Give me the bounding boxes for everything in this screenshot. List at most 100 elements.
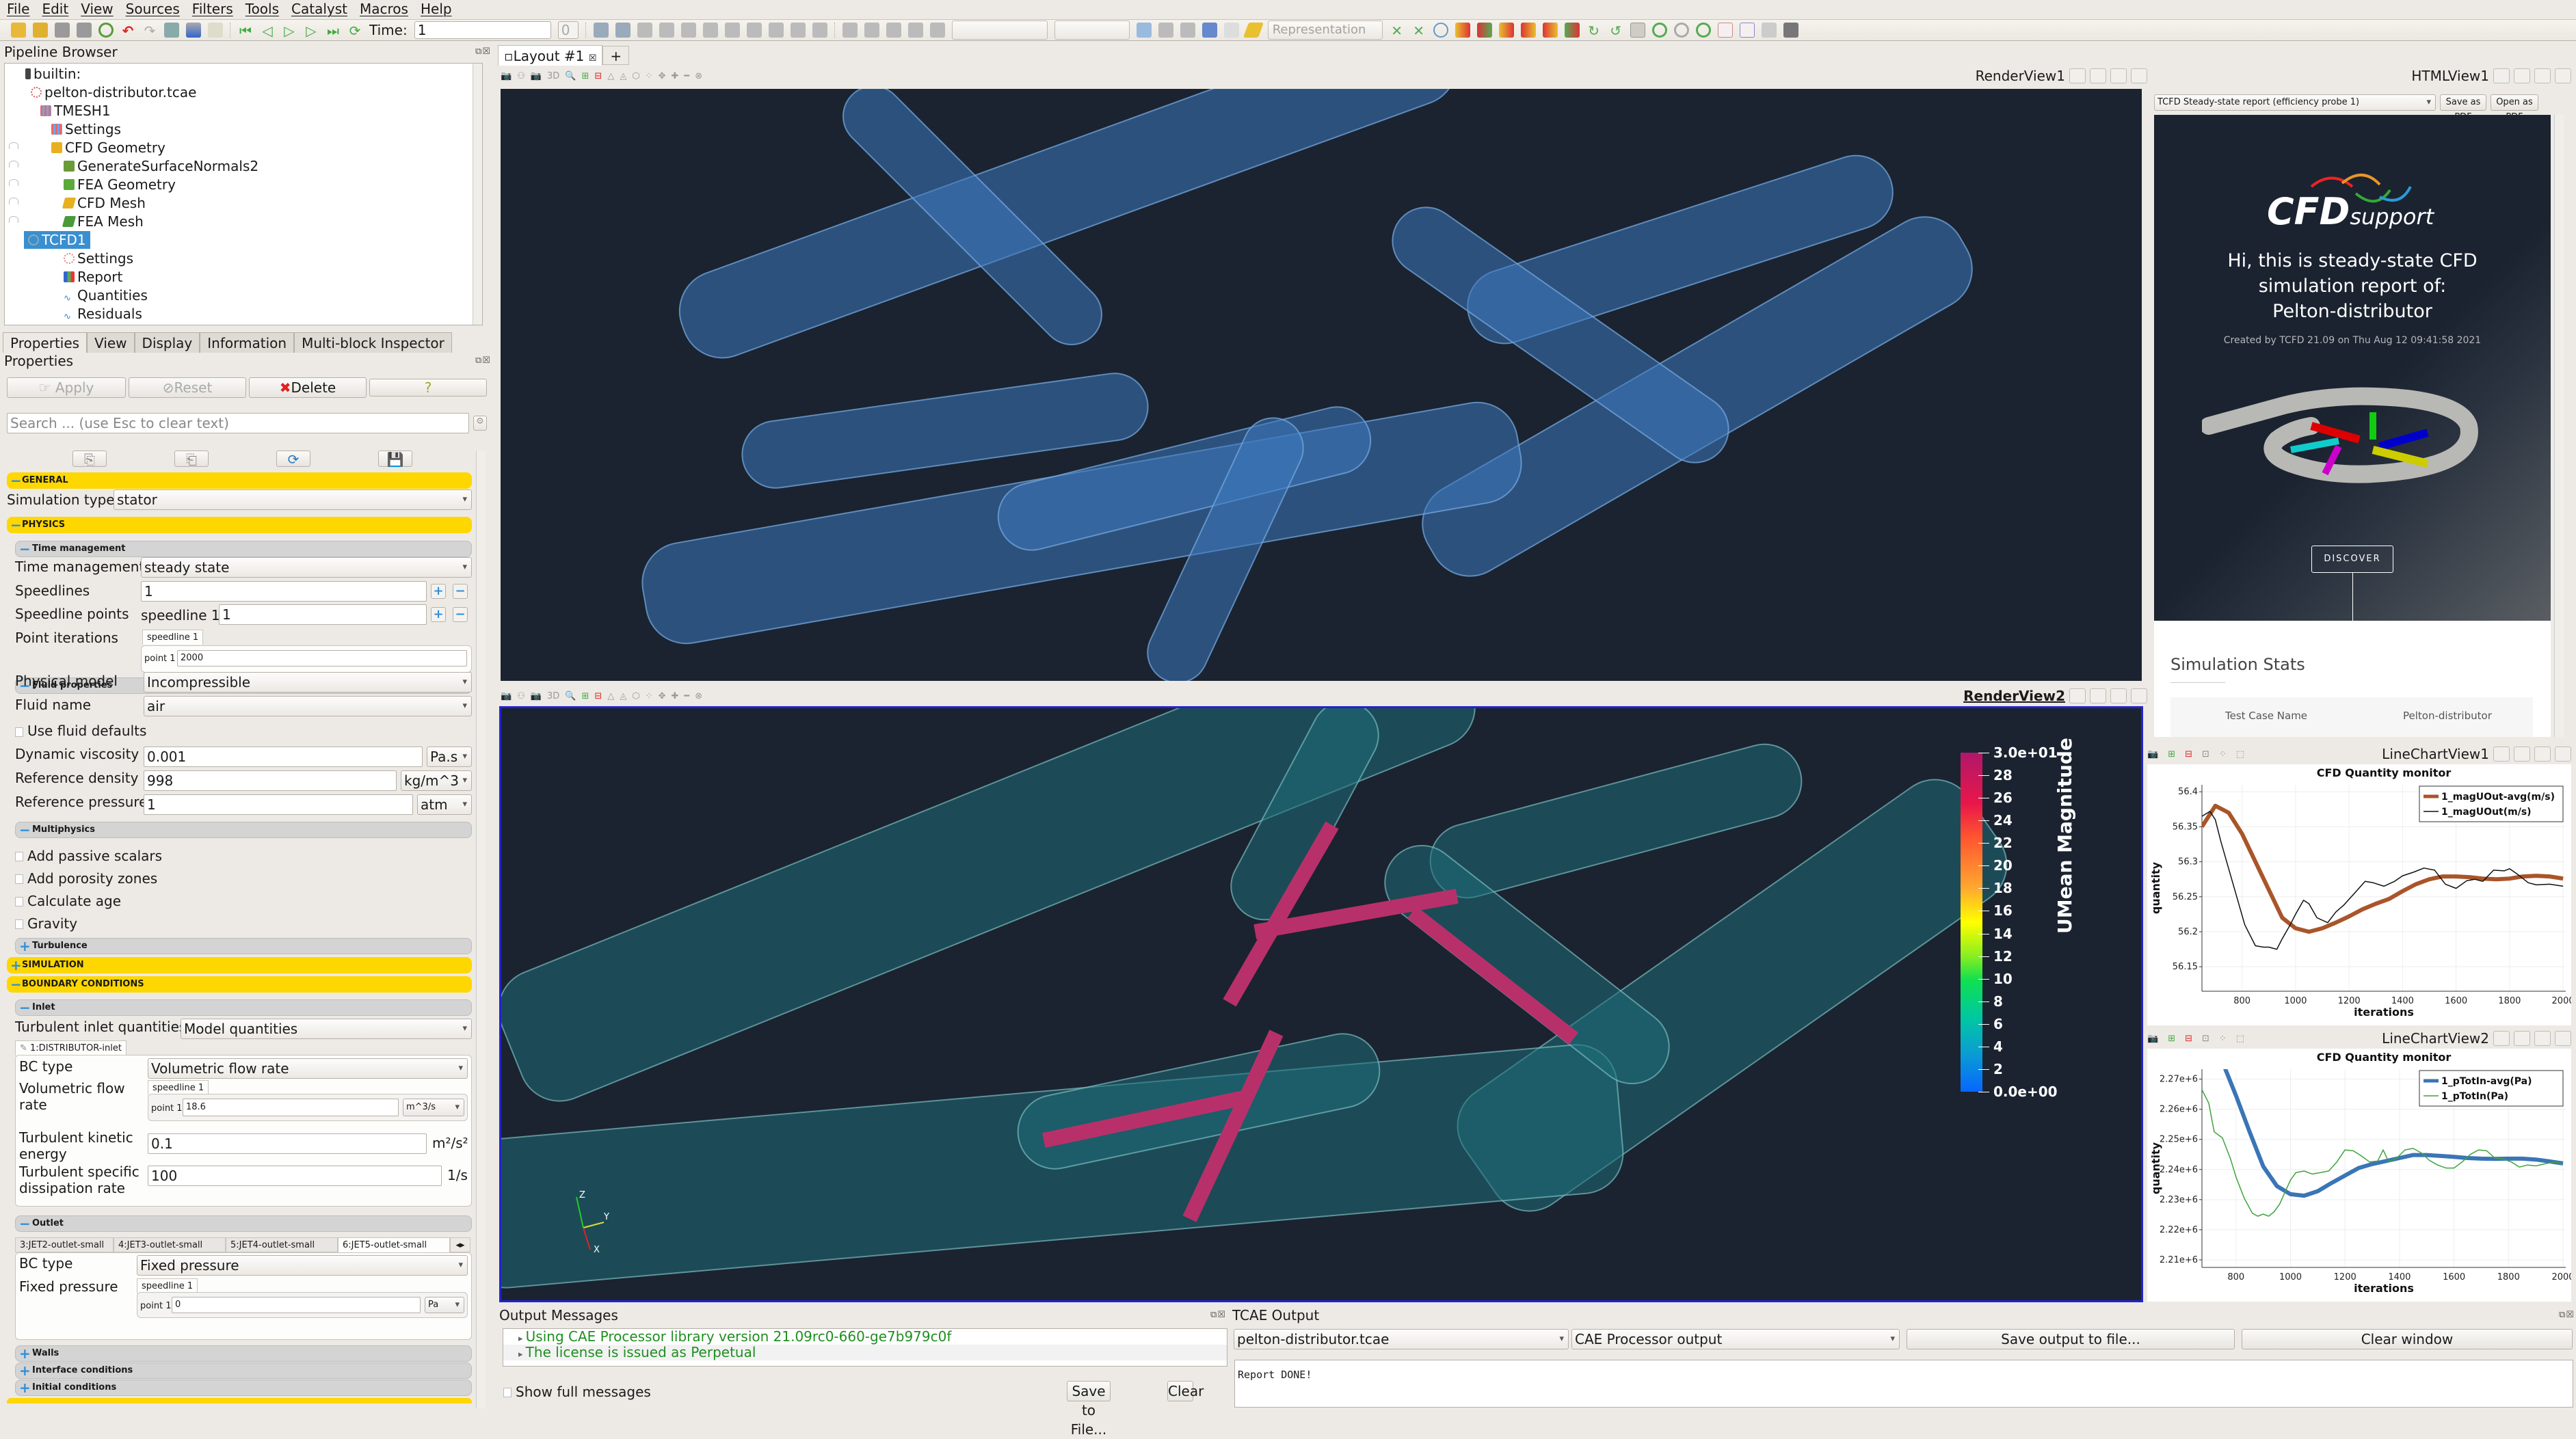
split-horizontal-button[interactable] [2493,747,2510,762]
last-frame-icon[interactable]: ⏭ [326,23,341,39]
menu-file[interactable]: File [7,1,29,17]
tcae-file-select[interactable]: pelton-distributor.tcae [1234,1329,1569,1349]
close-view-button[interactable] [2555,1031,2571,1046]
play-icon[interactable]: ▷ [282,23,297,39]
save-output-button[interactable]: Save output to file... [1907,1329,2235,1349]
add-bookmark-icon[interactable] [1717,23,1733,38]
show-full-messages-checkbox[interactable] [503,1388,512,1397]
dock-float-close-buttons[interactable]: ⧉☒ [2559,1310,2575,1320]
stack-icon[interactable] [1783,23,1798,38]
tree-item-quantities[interactable]: ∿ Quantities [64,286,148,304]
capture-screenshot-icon[interactable]: 📷 [2147,749,2158,759]
split-vertical-button[interactable] [2090,68,2106,83]
interactive-select-icon[interactable]: ⁘ [646,71,653,81]
speedline-tab[interactable]: speedline 1 [142,630,204,645]
camera-link-icon[interactable]: ⚇ [517,71,525,81]
dock-float-close-buttons[interactable]: ⧉☒ [475,355,491,366]
tree-item-builtin[interactable]: builtin: [25,65,81,83]
deselect-icon[interactable]: ⊟ [594,691,602,701]
line-chart2[interactable]: CFD Quantity monitor 800 1000 1200 1400 1600 1… [2147,1049,2575,1302]
shrink-selection-icon[interactable]: ━ [684,71,689,81]
tree-item-tmesh1[interactable]: TMESH1 [40,102,111,120]
menu-edit[interactable]: Edit [42,1,68,17]
apply-button[interactable]: ☞ Apply [7,377,126,398]
tab-multiblock-inspector[interactable]: Multi-block Inspector [294,332,452,353]
visibility-eye-icon[interactable] [9,198,18,204]
line-chart1[interactable]: CFD Quantity monitor 800 1000 1200 1400 1600 1… [2147,764,2575,1025]
zoom-in-icon[interactable]: ⊞ [2168,1034,2175,1044]
filter-icon[interactable] [864,23,879,38]
report-select[interactable]: TCFD Steady-state report (efficiency pro… [2154,94,2436,111]
select-points-icon[interactable]: △ [607,691,614,701]
split-horizontal-button[interactable] [2493,1031,2510,1046]
message-row[interactable]: ▸ The license is issued as Perpetual [503,1345,1227,1360]
load-state-icon[interactable] [33,23,48,38]
reset-button[interactable]: ⊘Reset [129,377,246,398]
restore-defaults-button[interactable]: ⟳ [276,450,310,468]
reset-camera-closest-icon[interactable]: ✕ [1411,23,1426,39]
filter-icon[interactable] [680,23,696,38]
menu-filters[interactable]: Filters [192,1,233,17]
tab-display[interactable]: Display [134,332,200,353]
rescale-icon[interactable] [1136,23,1152,38]
capture-screenshot-icon[interactable]: 📷 [2147,1034,2158,1044]
view-minus-z-icon[interactable] [1564,23,1580,38]
zoom-icon[interactable]: 🔍 [565,71,576,81]
section-general[interactable]: − GENERAL [7,472,472,489]
ruler-icon[interactable] [1243,23,1264,38]
tree-item-cfd-geometry[interactable]: CFD Geometry [51,139,165,157]
zoom-selected-icon[interactable] [615,23,630,38]
layout-tab[interactable]: ▫Layout #1 ☒ [498,45,603,66]
filter-icon[interactable] [842,23,858,38]
filter-icon[interactable] [746,23,762,38]
zoom-icon[interactable]: 🔍 [565,691,576,701]
clear-selection-icon[interactable]: ⊗ [695,71,702,81]
palette-icon[interactable] [208,23,223,38]
time-index-spinbox[interactable]: 0 [557,21,579,39]
split-horizontal-button[interactable] [2069,688,2086,703]
filter-icon[interactable] [790,23,806,38]
properties-search-input[interactable]: Search ... (use Esc to clear text) [7,413,469,433]
redo-icon[interactable]: ↷ [142,23,157,39]
view-minus-y-icon[interactable] [1520,23,1536,38]
undo-icon[interactable]: ↶ [120,23,135,39]
camera-undo-icon[interactable] [164,23,179,38]
close-layout-icon[interactable]: ☒ [589,53,597,64]
loop-icon[interactable]: ⟳ [347,23,362,39]
copy-properties-button[interactable]: ⎘ [72,450,107,468]
visibility-eye-icon[interactable] [9,161,18,167]
rotate-minus-90-icon[interactable]: ↺ [1608,23,1623,39]
disconnect-icon[interactable] [77,23,92,38]
save-defaults-button[interactable]: 💾 [378,450,412,468]
add-layout-button[interactable]: + [602,46,630,65]
zoom-out-icon[interactable]: ⊟ [2185,1034,2192,1044]
orientation-axes-icon[interactable] [1630,23,1645,38]
zoom-out-icon[interactable]: ⊟ [2185,749,2192,759]
close-view-button[interactable] [2131,68,2147,83]
rescale-custom-icon[interactable] [1158,23,1173,38]
interactive-select-icon[interactable]: ⁘ [646,691,653,701]
bookmarks-icon[interactable] [1739,23,1755,38]
variable-select[interactable] [951,21,1048,40]
html-view-scrollbar[interactable] [2554,115,2564,737]
visibility-eye-icon[interactable] [9,142,18,149]
capture-screenshot-icon[interactable]: 📷 [531,691,542,701]
visibility-eye-icon[interactable] [9,179,18,186]
menu-sources[interactable]: Sources [126,1,180,17]
help-button[interactable]: ? [369,379,487,396]
view-plus-x-icon[interactable] [1455,23,1470,38]
previous-frame-icon[interactable]: ◁ [260,23,275,39]
message-row[interactable]: ▸ Using CAE Processor library version 21… [503,1329,1227,1345]
add-point-button[interactable]: + [431,607,446,622]
hover-icon[interactable]: ✥ [659,71,666,81]
select-block-icon[interactable]: ⬡ [632,71,639,81]
filter-icon[interactable] [659,23,674,38]
python-shell-icon[interactable] [1761,23,1777,38]
tree-item-tmesh-settings[interactable]: Settings [51,120,121,138]
time-management-select[interactable]: steady state [141,557,472,578]
tab-information[interactable]: Information [200,332,295,353]
search-settings-gear-icon[interactable]: ⚙ [473,416,487,431]
menu-help[interactable]: Help [421,1,452,17]
reset-camera-icon[interactable]: 📷 [501,691,512,701]
view-minus-x-icon[interactable] [1476,23,1492,38]
